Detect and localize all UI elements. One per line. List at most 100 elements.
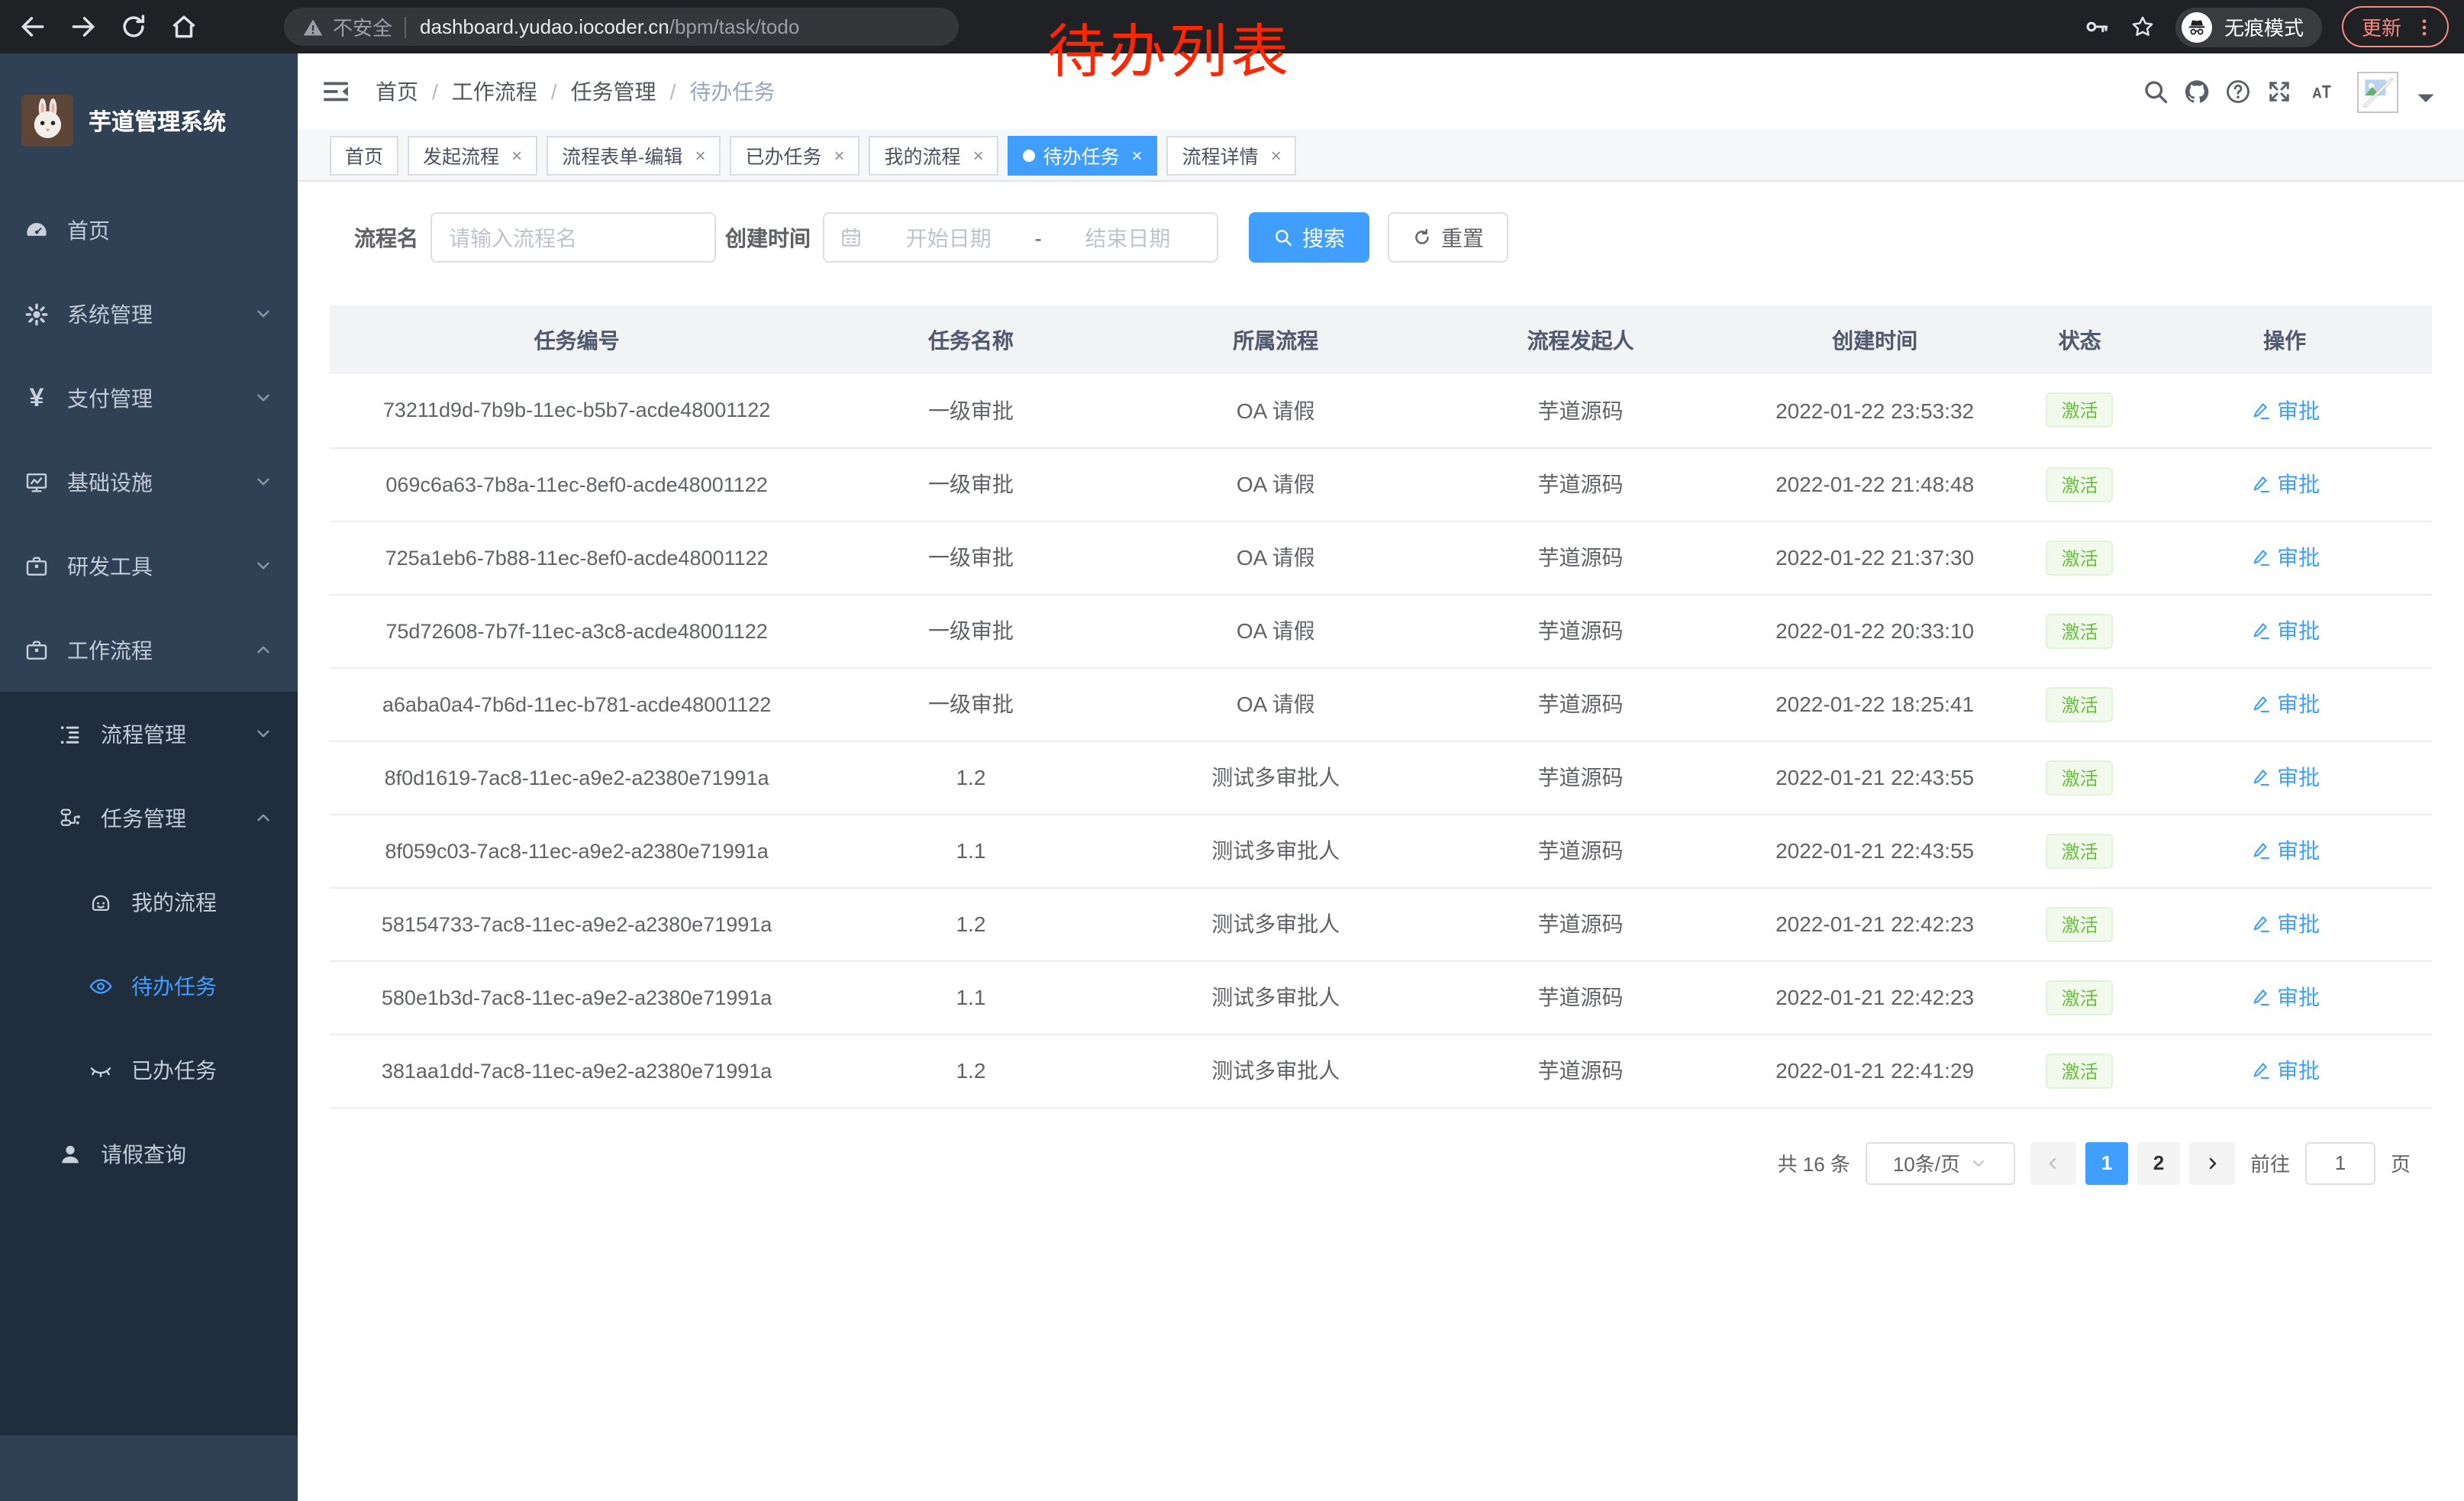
sidebar-item-leave-query[interactable]: 请假查询 [0, 1112, 298, 1196]
cell-id: 75d72608-7b7f-11ec-a3c8-acde48001122 [330, 594, 824, 667]
approve-link-label: 审批 [2277, 469, 2320, 499]
tab-process-detail[interactable]: 流程详情 × [1167, 135, 1297, 175]
search-icon[interactable] [2142, 78, 2169, 105]
question-icon[interactable] [2224, 78, 2252, 105]
status-badge: 激活 [2046, 686, 2114, 721]
approve-link[interactable]: 审批 [2250, 615, 2320, 646]
status-badge: 激活 [2046, 1053, 2114, 1088]
cell-action: 审批 [2137, 374, 2432, 447]
sidebar-item-system[interactable]: 系统管理 [0, 272, 298, 356]
sidebar-item-done-task[interactable]: 已办任务 [0, 1028, 298, 1112]
close-icon[interactable]: × [1132, 144, 1143, 166]
font-size-icon[interactable] [2307, 78, 2334, 105]
page-size-select[interactable]: 10条/页 [1866, 1141, 2015, 1184]
goto-label: 前往 [2250, 1148, 2290, 1177]
star-icon[interactable] [2130, 14, 2156, 40]
cell-id: 069c6a63-7b8a-11ec-8ef0-acde48001122 [330, 447, 824, 521]
cell-action: 审批 [2137, 1034, 2432, 1107]
breadcrumb-item[interactable]: 工作流程 [452, 76, 537, 107]
cell-id: a6aba0a4-7b6d-11ec-b781-acde48001122 [330, 667, 824, 741]
fullscreen-icon[interactable] [2266, 78, 2293, 105]
update-button[interactable]: 更新 [2342, 6, 2449, 47]
breadcrumb-item[interactable]: 首页 [376, 76, 418, 107]
close-icon[interactable]: × [695, 144, 705, 166]
hamburger-icon[interactable] [321, 76, 351, 107]
tab-my-process[interactable]: 我的流程× [869, 135, 999, 175]
warning-icon [302, 16, 324, 37]
avatar[interactable] [2357, 71, 2398, 112]
breadcrumb-separator: / [551, 79, 557, 104]
tab-start-process[interactable]: 发起流程× [408, 135, 537, 175]
approve-link[interactable]: 审批 [2250, 909, 2320, 939]
chevron-down-icon [253, 388, 273, 408]
back-icon[interactable] [18, 12, 47, 41]
close-icon[interactable]: × [1271, 144, 1282, 166]
sidebar-item-label: 工作流程 [67, 634, 153, 665]
approve-link[interactable]: 审批 [2250, 689, 2320, 719]
yen-icon: ¥ [24, 386, 49, 410]
approve-link-label: 审批 [2277, 909, 2320, 939]
reset-button[interactable]: 重置 [1388, 212, 1508, 263]
cell-action: 审批 [2137, 667, 2432, 741]
forward-icon[interactable] [69, 12, 98, 41]
kebab-menu-icon[interactable] [2414, 16, 2435, 37]
close-icon[interactable]: × [511, 144, 522, 166]
briefcase-icon [24, 638, 49, 662]
approve-link[interactable]: 审批 [2250, 982, 2320, 1012]
sidebar-item-infrastructure[interactable]: 基础设施 [0, 440, 298, 524]
annotation-text: 待办列表 [1047, 5, 1292, 89]
range-separator: - [1034, 225, 1041, 250]
caret-down-icon[interactable] [2412, 84, 2440, 111]
tab-todo-task[interactable]: 待办任务× [1008, 135, 1158, 175]
pen-icon [2250, 767, 2271, 788]
sidebar-item-devtools[interactable]: 研发工具 [0, 524, 298, 608]
incognito-label: 无痕模式 [2224, 12, 2304, 41]
cell-status: 激活 [2022, 447, 2137, 521]
page-number-1[interactable]: 1 [2085, 1141, 2128, 1184]
home-icon[interactable] [169, 12, 198, 41]
page-number-2[interactable]: 2 [2137, 1141, 2180, 1184]
process-name-input[interactable] [431, 212, 716, 263]
search-button-label: 搜索 [1302, 222, 1345, 253]
sidebar-item-task-mgmt[interactable]: 任务管理 [0, 776, 298, 860]
main-area: 首页/工作流程/任务管理/待办任务 首页发起流程×流程表单-编辑×已办任务×我的… [298, 53, 2464, 1501]
prev-page-button[interactable] [2030, 1141, 2076, 1184]
tab-home[interactable]: 首页 [330, 135, 398, 175]
approve-link[interactable]: 审批 [2250, 469, 2320, 499]
sidebar-item-process-mgmt[interactable]: 流程管理 [0, 692, 298, 776]
approve-link[interactable]: 审批 [2250, 762, 2320, 792]
cell-id: 381aa1dd-7ac8-11ec-a9e2-a2380e71991a [330, 1034, 824, 1107]
sidebar-item-home[interactable]: 首页 [0, 188, 298, 272]
cell-starter: 芋道源码 [1434, 447, 1728, 521]
sidebar-item-payment[interactable]: ¥支付管理 [0, 356, 298, 440]
close-icon[interactable]: × [973, 144, 984, 166]
pen-icon [2250, 840, 2271, 861]
cell-starter: 芋道源码 [1434, 960, 1728, 1034]
breadcrumb-item[interactable]: 任务管理 [571, 76, 656, 107]
screen: 不安全 dashboard.yudao.iocoder.cn/bpm/task/… [0, 0, 2464, 1501]
date-range-picker[interactable]: 开始日期 - 结束日期 [823, 212, 1218, 263]
goto-page-input[interactable] [2305, 1141, 2375, 1184]
key-icon[interactable] [2084, 14, 2110, 40]
tab-form-edit[interactable]: 流程表单-编辑× [547, 135, 721, 175]
sidebar-item-workflow[interactable]: 工作流程 [0, 608, 298, 692]
cell-status: 激活 [2022, 741, 2137, 814]
tab-done-task[interactable]: 已办任务× [730, 135, 859, 175]
url-bar[interactable]: 不安全 dashboard.yudao.iocoder.cn/bpm/task/… [284, 8, 959, 46]
approve-link[interactable]: 审批 [2250, 1055, 2320, 1086]
approve-link[interactable]: 审批 [2250, 395, 2320, 426]
sidebar-item-label: 基础设施 [67, 466, 153, 497]
approve-link[interactable]: 审批 [2250, 542, 2320, 573]
close-icon[interactable]: × [834, 144, 845, 166]
approve-link[interactable]: 审批 [2250, 835, 2320, 866]
reload-icon[interactable] [119, 12, 148, 41]
sidebar-item-todo-task[interactable]: 待办任务 [0, 944, 298, 1028]
tab-label: 流程详情 [1182, 140, 1259, 169]
sidebar-item-my-process[interactable]: 我的流程 [0, 860, 298, 944]
sidebar-item-label: 请假查询 [101, 1138, 186, 1169]
navbar-icons [2142, 71, 2440, 112]
next-page-button[interactable] [2189, 1141, 2235, 1184]
chevron-right-icon [2203, 1154, 2221, 1172]
search-button[interactable]: 搜索 [1249, 212, 1369, 263]
github-icon[interactable] [2183, 78, 2211, 105]
